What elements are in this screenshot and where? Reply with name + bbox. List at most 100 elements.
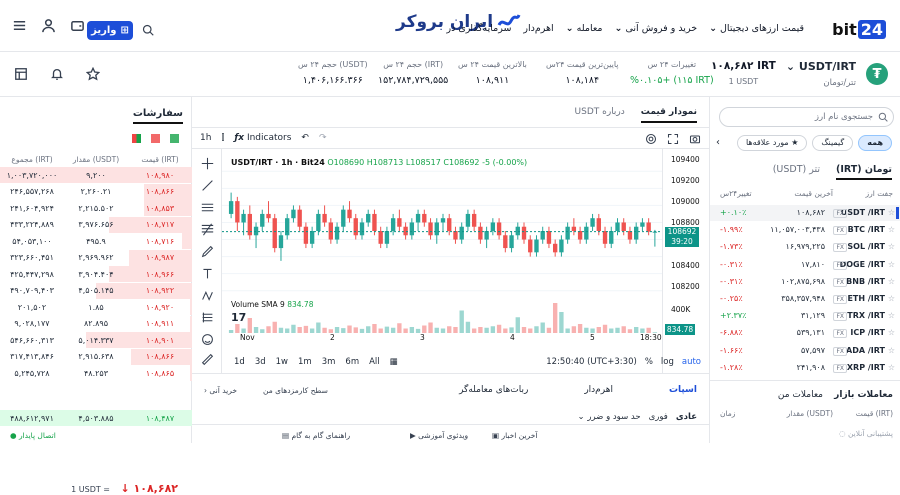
- order-type-normal[interactable]: عادی: [676, 412, 697, 422]
- ask-row[interactable]: ۲۴۱,۶۰۴,۹۲۴ ۲,۲۱۵.۵۰۲ ۱۰۸,۸۵۳: [0, 200, 192, 216]
- menu-icon[interactable]: [12, 18, 27, 33]
- range-1w[interactable]: 1w: [276, 357, 288, 367]
- online-support[interactable]: ◌ پشتیبانی آنلاین: [839, 429, 893, 438]
- star-icon[interactable]: ☆: [888, 346, 895, 355]
- market-row[interactable]: ☆ BNB /IRT FX ۱۰۲,۸۷۵,۶۹۸ -۰.۳۱٪: [710, 274, 900, 290]
- horizontal-lines-icon[interactable]: [201, 201, 214, 214]
- layout-icon[interactable]: [14, 67, 28, 81]
- order-type-instant[interactable]: فوری: [649, 412, 668, 422]
- bids-only-icon[interactable]: [170, 134, 179, 143]
- market-row[interactable]: ☆ BTC /IRT FX ۱۱,۰۵۷,۰۰۳,۴۳۸ -۱.۹۹٪: [710, 222, 900, 238]
- fullscreen-icon[interactable]: [667, 133, 679, 145]
- deposit-button[interactable]: واریز ⊞: [87, 21, 133, 40]
- projection-icon[interactable]: [201, 311, 214, 324]
- ruler-icon[interactable]: [201, 353, 214, 366]
- time-axis[interactable]: Nov 2 3 4 5 18:30: [222, 333, 662, 345]
- ask-row[interactable]: ۴۹۰,۷۰۹,۴۰۳ ۴,۵۰۵.۱۴۵ ۱۰۸,۹۲۲: [0, 282, 192, 299]
- pattern-icon[interactable]: [201, 289, 214, 302]
- fee-level-link[interactable]: سطح کارمزدهای من: [263, 386, 328, 395]
- crosshair-icon[interactable]: [201, 157, 214, 170]
- tab-irt[interactable]: تومان (IRT): [836, 164, 892, 180]
- filter-all[interactable]: همه: [858, 135, 892, 151]
- menu-item-leverage[interactable]: اهرم‌دار: [523, 23, 553, 34]
- redo-icon[interactable]: ↷: [319, 133, 327, 143]
- search-icon[interactable]: [142, 24, 154, 36]
- user-icon[interactable]: [41, 18, 56, 33]
- menu-item-instant[interactable]: خرید و فروش آنی ⌄: [615, 23, 698, 34]
- market-row[interactable]: ☆ ETH /IRT FX ۳۵۸,۳۵۷,۹۴۸ -۰.۲۵٪: [710, 291, 900, 307]
- order-type-stop[interactable]: حد سود و ضرر ⌄: [578, 412, 641, 422]
- ask-row[interactable]: ۲۴۶,۵۵۷,۲۶۸ ۲,۲۶۰.۲۱ ۱۰۸,۸۶۶: [0, 183, 192, 200]
- text-icon[interactable]: [201, 267, 214, 280]
- camera-icon[interactable]: [689, 133, 701, 145]
- star-icon[interactable]: ☆: [888, 328, 895, 337]
- market-row[interactable]: ☆ ICP /IRT FX ۵۳۹,۱۳۱ -۶.۸۸٪: [710, 325, 900, 341]
- filter-favorites[interactable]: ★ مورد علاقه‌ها: [736, 135, 808, 151]
- market-row[interactable]: ☆ DOGE /IRT FX ۱۷,۸۱۰ -۰.۳۱٪: [710, 257, 900, 273]
- menu-item-invest[interactable]: سرمایه‌گذاری در: [446, 23, 511, 34]
- alert-bell-icon[interactable]: [50, 67, 64, 81]
- tab-usdt[interactable]: تتر (USDT): [773, 164, 820, 180]
- chevron-left-icon[interactable]: ‹: [716, 137, 720, 148]
- interval-selector[interactable]: 1h: [200, 133, 211, 143]
- settings-icon[interactable]: [645, 133, 657, 145]
- tab-leverage[interactable]: اهرم‌دار: [584, 385, 613, 395]
- ask-row[interactable]: ۴۲۵,۴۴۷,۲۹۸ ۳,۹۰۴.۴۰۴ ۱۰۸,۹۶۶: [0, 266, 192, 282]
- percent-toggle[interactable]: %: [645, 357, 653, 367]
- menu-item-prices[interactable]: قیمت ارزهای دیجیتال ⌄: [709, 23, 804, 34]
- ask-row[interactable]: ۵,۲۴۵,۷۲۸ ۴۸.۲۵۳ ۱۰۸,۸۶۵: [0, 365, 192, 381]
- bit24-logo[interactable]: bit 24: [832, 20, 886, 39]
- star-icon[interactable]: ☆: [888, 225, 895, 234]
- tab-my-trades[interactable]: معاملات من: [778, 390, 823, 400]
- ask-row[interactable]: ۴۳۳,۲۲۴,۸۸۹ ۳,۹۷۶.۶۵۶ ۱۰۸,۷۱۷: [0, 216, 192, 233]
- star-icon[interactable]: ☆: [888, 242, 895, 251]
- market-row[interactable]: ☆ XRP /IRT FX ۲۴۱,۹۰۸ -۱.۲۸٪: [710, 360, 900, 376]
- fib-icon[interactable]: [201, 223, 214, 236]
- trendline-icon[interactable]: [201, 179, 214, 192]
- star-icon[interactable]: ☆: [888, 260, 895, 269]
- market-row[interactable]: ☆ TRX /IRT FX ۳۱,۱۲۹ +۲.۳۷٪: [710, 308, 900, 324]
- range-3m[interactable]: 3m: [322, 357, 336, 367]
- brush-icon[interactable]: [201, 245, 214, 258]
- range-1d[interactable]: 1d: [234, 357, 245, 367]
- calendar-icon[interactable]: ▦: [390, 357, 398, 367]
- market-row[interactable]: ☆ SOL /IRT FX ۱۶,۹۷۹,۲۲۵ -۱.۷۳٪: [710, 239, 900, 255]
- price-axis[interactable]: 109400 109200 109000 108800 108400 10820…: [662, 149, 709, 373]
- ask-row[interactable]: ۳۲۳,۶۶۰,۴۵۱ ۲,۹۶۹.۹۶۲ ۱۰۸,۹۸۷: [0, 249, 192, 266]
- footer-video[interactable]: ▶ ویدئوی آموزشی: [410, 431, 468, 440]
- pair-selector[interactable]: USDT/IRT ⌄ تتر/تومان: [786, 60, 856, 88]
- auto-toggle[interactable]: auto: [682, 357, 701, 367]
- tab-price-chart[interactable]: نمودار قیمت: [641, 107, 697, 123]
- asks-only-icon[interactable]: [151, 134, 160, 143]
- ask-row[interactable]: ۳۱۷,۴۱۳,۸۴۶ ۲,۹۱۵.۶۳۸ ۱۰۸,۸۶۶: [0, 348, 192, 365]
- ask-row[interactable]: ۲۰۱,۵۰۲ ۱.۸۵ ۱۰۸,۹۲۰: [0, 299, 192, 315]
- tab-about[interactable]: درباره USDT: [575, 107, 625, 123]
- ask-row[interactable]: ۹,۰۲۸,۱۷۷ ۸۲.۸۹۵ ۱۰۸,۹۱۱: [0, 315, 192, 332]
- wallet-icon[interactable]: [70, 18, 85, 33]
- indicators-button[interactable]: ƒx Indicators: [234, 133, 291, 143]
- bid-row[interactable]: ۴۸۸,۶۱۲,۹۷۱ ۴,۵۰۳.۸۸۵ ۱۰۸,۴۸۷: [0, 410, 192, 426]
- both-sides-icon[interactable]: [132, 134, 141, 143]
- tab-market-trades[interactable]: معاملات بازار: [834, 390, 893, 400]
- range-all[interactable]: All: [369, 357, 380, 367]
- instant-buy-link[interactable]: › خرید آنی: [204, 386, 237, 395]
- undo-icon[interactable]: ↶: [301, 133, 309, 143]
- menu-item-trade[interactable]: معامله ⌄: [566, 23, 603, 34]
- ask-row[interactable]: ۵۴,۰۵۳,۱۰۰ ۴۹۵.۹ ۱۰۸,۷۱۶: [0, 233, 192, 249]
- footer-news[interactable]: ▣ آخرین اخبار: [492, 431, 537, 440]
- range-1m[interactable]: 1m: [298, 357, 312, 367]
- star-icon[interactable]: ☆: [888, 311, 895, 320]
- smiley-icon[interactable]: [201, 333, 214, 346]
- filter-gaming[interactable]: گیمینگ: [812, 135, 854, 151]
- star-icon[interactable]: ☆: [888, 363, 895, 372]
- tab-bots[interactable]: ربات‌های معامله‌گر: [459, 385, 528, 395]
- market-row[interactable]: ☆ USDT /IRT FX ۱۰۸,۶۸۲ +۰.۱۰٪: [710, 205, 900, 221]
- log-toggle[interactable]: log: [661, 357, 674, 367]
- candle-type-icon[interactable]: ⫿: [221, 133, 224, 143]
- star-icon[interactable]: ☆: [888, 294, 895, 303]
- ask-row[interactable]: ۵۴۶,۶۶۰,۳۱۳ ۵,۰۱۴.۳۳۷ ۱۰۸,۹۰۱: [0, 332, 192, 348]
- footer-guide[interactable]: ▤ راهنمای گام به گام: [282, 431, 350, 440]
- tab-spot[interactable]: اسپات: [669, 385, 697, 395]
- range-3d[interactable]: 3d: [255, 357, 266, 367]
- range-6m[interactable]: 6m: [345, 357, 359, 367]
